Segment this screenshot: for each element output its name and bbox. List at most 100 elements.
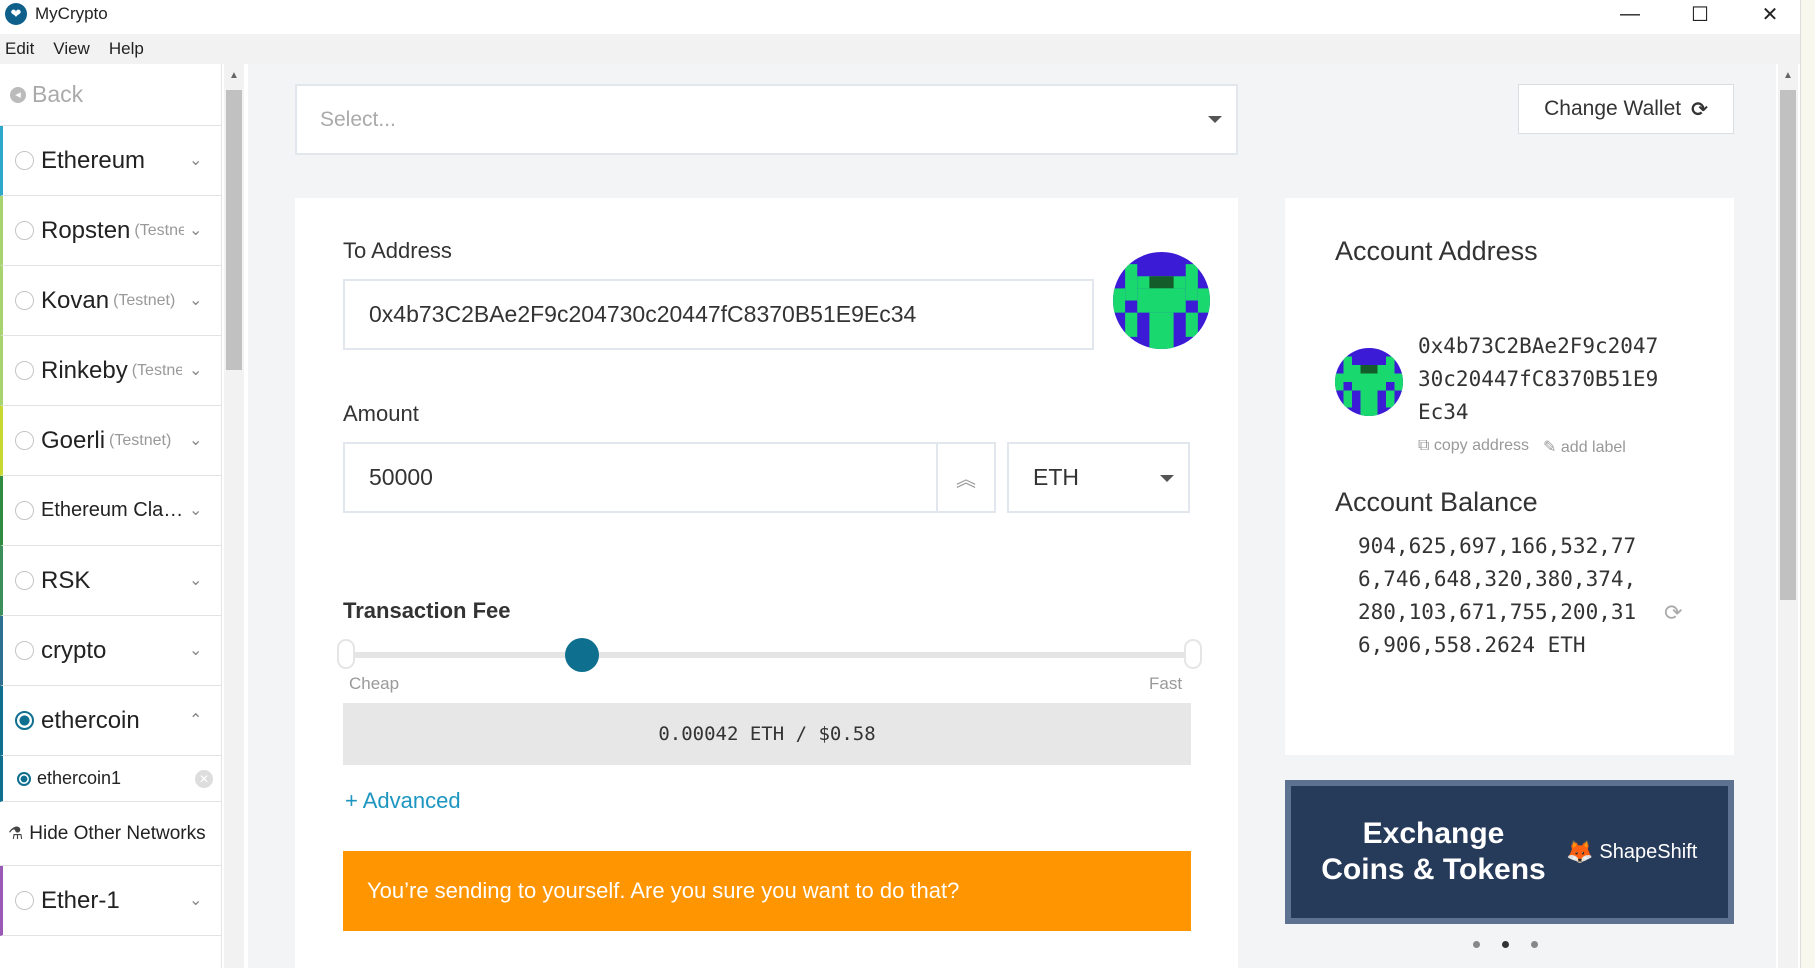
remove-node-icon[interactable]: ✕ bbox=[195, 770, 213, 788]
change-wallet-button[interactable]: Change Wallet ⟳ bbox=[1518, 84, 1734, 134]
radio-selected-icon[interactable] bbox=[15, 711, 34, 730]
network-ether-1[interactable]: Ether-1 ⌄ bbox=[0, 866, 221, 936]
chevron-down-icon[interactable]: ⌄ bbox=[189, 570, 202, 590]
network-goerli[interactable]: Goerli (Testnet) ⌄ bbox=[0, 406, 221, 476]
account-identicon-icon bbox=[1335, 348, 1403, 416]
radio-icon[interactable] bbox=[15, 501, 34, 520]
warning-text: You’re sending to yourself. Are you sure… bbox=[367, 878, 960, 903]
scrollbar-thumb[interactable] bbox=[1780, 90, 1796, 600]
hide-other-networks-button[interactable]: ⚗ Hide Other Networks bbox=[0, 802, 221, 866]
chevron-down-icon[interactable]: ⌄ bbox=[189, 150, 202, 170]
radio-icon[interactable] bbox=[15, 291, 34, 310]
radio-icon[interactable] bbox=[15, 891, 34, 910]
radio-icon[interactable] bbox=[15, 361, 34, 380]
back-arrow-icon: ◂ bbox=[10, 86, 26, 103]
window-title: MyCrypto bbox=[35, 4, 108, 23]
chevron-down-icon[interactable]: ⌄ bbox=[189, 360, 202, 380]
radio-icon[interactable] bbox=[15, 431, 34, 450]
to-address-input[interactable]: 0x4b73C2BAe2F9c204730c20447fC8370B51E9Ec… bbox=[343, 279, 1094, 350]
node-select-dropdown[interactable]: Select... bbox=[295, 84, 1238, 155]
network-name: Rinkeby bbox=[41, 356, 128, 384]
fee-slider-track[interactable] bbox=[344, 652, 1194, 658]
fee-slider-handle[interactable] bbox=[565, 638, 599, 672]
copy-address-link[interactable]: ⧉ copy address bbox=[1418, 437, 1529, 457]
network-ethercoin[interactable]: ethercoin ⌃ bbox=[0, 686, 221, 756]
chevron-down-icon[interactable]: ⌄ bbox=[189, 290, 202, 310]
chevron-down-icon[interactable]: ⌄ bbox=[189, 640, 202, 660]
account-balance-value: 904,625,697,166,532,776,746,648,320,380,… bbox=[1358, 534, 1637, 657]
advanced-link[interactable]: + Advanced bbox=[345, 788, 461, 814]
scroll-up-icon[interactable]: ▲ bbox=[229, 70, 239, 81]
add-label-link[interactable]: ✎ add label bbox=[1543, 437, 1626, 457]
currency-select[interactable]: ETH bbox=[1007, 442, 1190, 513]
menu-edit[interactable]: Edit bbox=[5, 39, 34, 59]
menu-help[interactable]: Help bbox=[109, 39, 144, 59]
node-name: ethercoin1 bbox=[37, 768, 122, 788]
maximize-button[interactable]: ☐ bbox=[1665, 0, 1735, 28]
network-rinkeby[interactable]: Rinkeby (Testnet) ⌄ bbox=[0, 336, 221, 406]
node-ethercoin1[interactable]: ethercoin1 ✕ bbox=[0, 756, 221, 802]
radio-icon[interactable] bbox=[15, 641, 34, 660]
send-to-self-warning: You’re sending to yourself. Are you sure… bbox=[343, 851, 1191, 931]
double-chevron-up-icon[interactable]: ︽ bbox=[936, 442, 994, 513]
select-placeholder: Select... bbox=[320, 107, 396, 131]
slider-min-handle bbox=[337, 639, 355, 669]
network-tag: (Testnet) bbox=[134, 221, 184, 239]
add-label-label: add label bbox=[1560, 439, 1626, 456]
main-scrollbar[interactable]: ▲ bbox=[1778, 64, 1798, 968]
recipient-identicon-icon bbox=[1113, 252, 1210, 349]
hide-other-label: Hide Other Networks bbox=[29, 822, 206, 844]
chevron-down-icon[interactable]: ⌄ bbox=[189, 500, 202, 520]
shapeshift-brand: 🦊 ShapeShift bbox=[1566, 839, 1697, 865]
network-tag: (Testnet) bbox=[113, 291, 176, 309]
to-address-label: To Address bbox=[343, 238, 452, 263]
carousel-dot[interactable] bbox=[1531, 941, 1538, 948]
account-balance-title: Account Balance bbox=[1335, 487, 1538, 517]
network-name: crypto bbox=[41, 636, 107, 664]
window-edge bbox=[1800, 0, 1815, 968]
network-name: Ethereum bbox=[41, 146, 146, 174]
sidebar-scrollbar[interactable]: ▲ bbox=[224, 64, 244, 968]
network-ethereum-classic[interactable]: Ethereum Cla… ⌄ bbox=[0, 476, 221, 546]
radio-selected-icon[interactable] bbox=[17, 771, 31, 786]
mycrypto-logo-icon: ❤ bbox=[5, 3, 27, 25]
network-crypto[interactable]: crypto ⌄ bbox=[0, 616, 221, 686]
account-info-panel bbox=[1285, 198, 1734, 755]
carousel-dot-active[interactable] bbox=[1502, 941, 1509, 948]
close-button[interactable]: ✕ bbox=[1735, 0, 1805, 28]
radio-icon[interactable] bbox=[15, 571, 34, 590]
menu-view[interactable]: View bbox=[53, 39, 90, 59]
minimize-button[interactable]: — bbox=[1595, 0, 1665, 28]
scroll-up-icon[interactable]: ▲ bbox=[1783, 70, 1793, 81]
to-address-value: 0x4b73C2BAe2F9c204730c20447fC8370B51E9Ec… bbox=[369, 301, 917, 327]
fee-fast-label: Fast bbox=[1149, 674, 1183, 693]
network-name: Ether-1 bbox=[41, 886, 120, 914]
chevron-down-icon[interactable]: ⌄ bbox=[189, 430, 202, 450]
network-sidebar: ◂ Back Ethereum ⌄ Ropsten (Testnet) ⌄ Ko… bbox=[0, 64, 222, 968]
network-rsk[interactable]: RSK ⌄ bbox=[0, 546, 221, 616]
fox-icon: 🦊 bbox=[1566, 839, 1594, 864]
copy-address-label: copy address bbox=[1433, 437, 1530, 454]
shapeshift-banner[interactable]: Exchange Coins & Tokens 🦊 ShapeShift bbox=[1285, 780, 1734, 924]
refresh-balance-icon[interactable]: ⟳ bbox=[1664, 600, 1682, 626]
amount-input[interactable]: 50000 bbox=[343, 442, 996, 513]
refresh-icon: ⟳ bbox=[1691, 98, 1708, 121]
account-address-actions: ⧉ copy address ✎ add label bbox=[1418, 437, 1626, 457]
amount-value: 50000 bbox=[369, 464, 433, 490]
chevron-down-icon[interactable]: ⌄ bbox=[189, 220, 202, 240]
carousel-dot[interactable] bbox=[1473, 941, 1480, 948]
network-ethereum[interactable]: Ethereum ⌄ bbox=[0, 126, 221, 196]
radio-icon[interactable] bbox=[15, 221, 34, 240]
chevron-up-icon[interactable]: ⌃ bbox=[189, 710, 202, 730]
network-kovan[interactable]: Kovan (Testnet) ⌄ bbox=[0, 266, 221, 336]
network-ropsten[interactable]: Ropsten (Testnet) ⌄ bbox=[0, 196, 221, 266]
network-tag: (Testnet) bbox=[109, 431, 172, 449]
scrollbar-thumb[interactable] bbox=[226, 90, 242, 370]
chevron-down-icon[interactable]: ⌄ bbox=[189, 890, 202, 910]
carousel-dots bbox=[1473, 941, 1538, 948]
back-label: Back bbox=[32, 81, 84, 107]
fee-value: 0.00042 ETH / $0.58 bbox=[658, 723, 876, 745]
back-button[interactable]: ◂ Back bbox=[0, 64, 221, 126]
radio-icon[interactable] bbox=[15, 151, 34, 170]
menu-bar: Edit View Help bbox=[0, 34, 1800, 64]
